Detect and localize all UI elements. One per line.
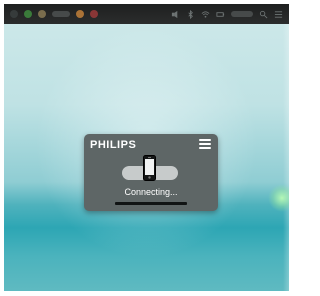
connection-status-text: Connecting... xyxy=(124,187,178,197)
bluetooth-icon[interactable] xyxy=(186,9,195,19)
clock-placeholder-icon[interactable] xyxy=(231,11,253,17)
status-dot-icon xyxy=(10,10,18,18)
philips-connection-widget: PHILIPS Connecting... xyxy=(84,134,218,211)
list-icon[interactable] xyxy=(274,10,283,19)
orange-app-icon[interactable] xyxy=(76,10,84,18)
green-status-icon[interactable] xyxy=(24,10,32,18)
wifi-icon[interactable] xyxy=(201,10,210,19)
green-glow-icon xyxy=(268,184,289,212)
brand-logo: PHILIPS xyxy=(90,139,137,151)
smartphone-icon xyxy=(143,155,156,181)
hamburger-menu-icon[interactable] xyxy=(199,139,211,149)
battery-icon[interactable] xyxy=(216,10,225,19)
menu-line xyxy=(199,143,211,145)
progress-bar xyxy=(115,202,187,205)
menu-line xyxy=(199,139,211,141)
menu-line xyxy=(199,147,211,149)
speaker-icon[interactable] xyxy=(171,10,180,19)
red-app-icon[interactable] xyxy=(90,10,98,18)
search-icon[interactable] xyxy=(259,10,268,19)
top-status-bar xyxy=(4,4,289,24)
edge-glow xyxy=(283,24,289,291)
status-blob-icon xyxy=(52,11,70,17)
app-icon[interactable] xyxy=(38,10,46,18)
